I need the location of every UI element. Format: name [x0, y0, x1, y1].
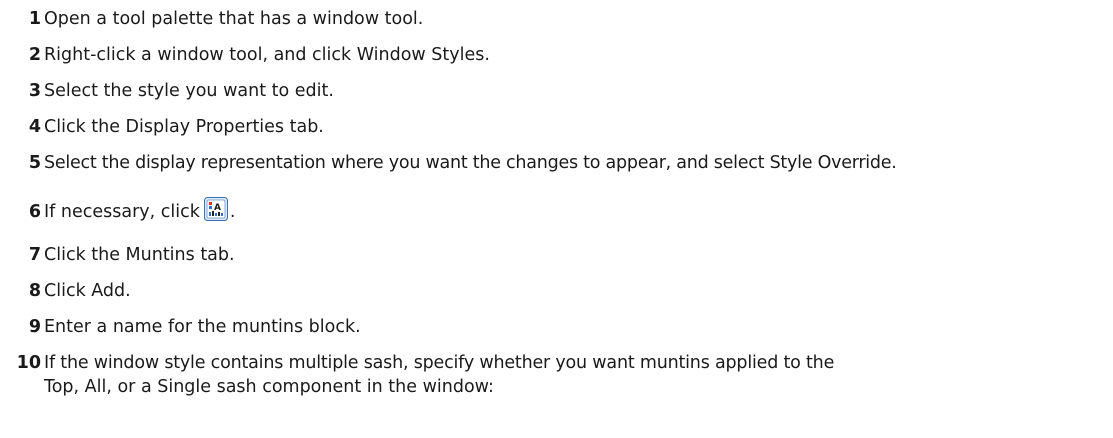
step-number: 10 [16, 353, 41, 373]
step-number: 4 [28, 117, 41, 137]
step-3: 3 Select the style you want to edit. [0, 79, 1100, 103]
step-6: 6 If necessary, click A . [0, 197, 1100, 224]
step-number: 8 [28, 281, 41, 301]
step-number: 6 [28, 202, 41, 222]
step-4: 4 Click the Display Properties tab. [0, 115, 1100, 139]
step-number: 3 [28, 81, 41, 101]
step-text: Click the Muntins tab. [44, 245, 235, 265]
step-1: 1 Open a tool palette that has a window t… [0, 7, 1100, 31]
step-number: 5 [28, 153, 41, 173]
step-text: If the window style contains multiple sa… [44, 353, 835, 373]
step-10-continuation: Top, All, or a Single sash component in … [44, 377, 494, 397]
svg-text:A: A [214, 203, 221, 213]
step-text: Right-click a window tool, and click Win… [44, 45, 490, 65]
step-number: 9 [28, 317, 41, 337]
step-suffix: . [229, 202, 236, 222]
step-text: Click Add. [44, 281, 131, 301]
step-8: 8 Click Add. [0, 279, 1100, 303]
step-text: Enter a name for the muntins block. [44, 317, 361, 337]
edit-display-properties-icon[interactable]: A [203, 197, 228, 221]
step-number: 7 [28, 245, 41, 265]
step-text: If necessary, click [44, 202, 200, 222]
step-10: 10 If the window style contains multiple … [0, 351, 1100, 375]
step-text: Open a tool palette that has a window to… [44, 9, 424, 29]
step-text: Click the Display Properties tab. [44, 117, 324, 137]
step-text: Select the display representation where … [44, 153, 897, 173]
step-9: 9 Enter a name for the muntins block. [0, 315, 1100, 339]
step-text: Select the style you want to edit. [44, 81, 334, 101]
step-number: 1 [28, 9, 41, 29]
step-number: 2 [28, 45, 41, 65]
step-5: 5 Select the display representation where… [0, 151, 1100, 175]
step-7: 7 Click the Muntins tab. [0, 243, 1100, 267]
step-2: 2 Right-click a window tool, and click Wi… [0, 43, 1100, 67]
